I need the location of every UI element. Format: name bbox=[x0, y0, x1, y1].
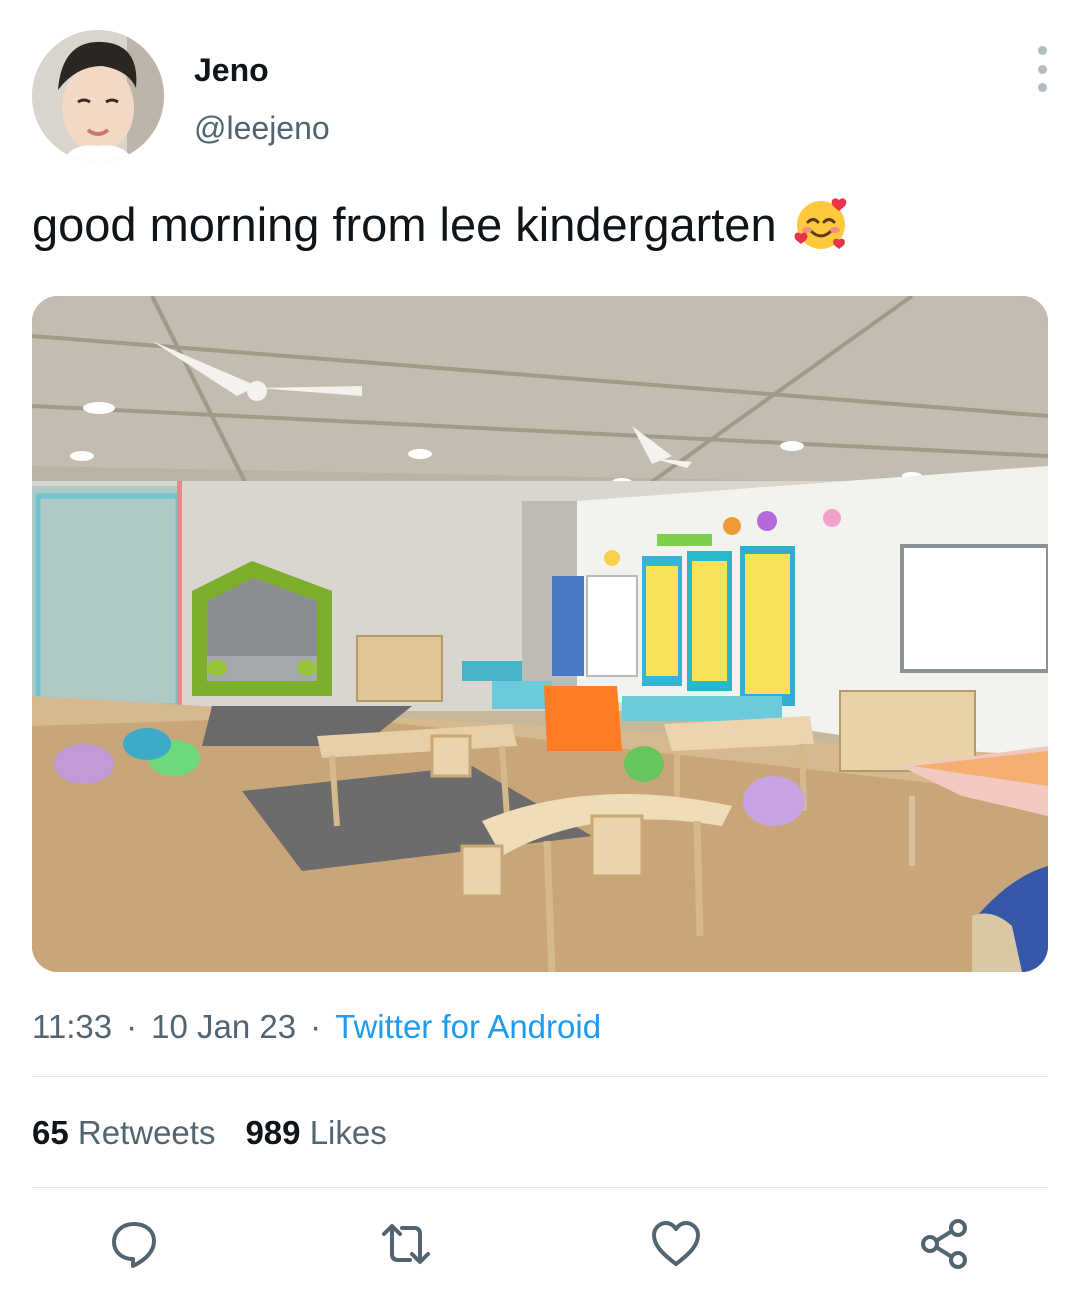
tweet-photo[interactable] bbox=[32, 296, 1048, 972]
retweets-label: Retweets bbox=[77, 1114, 216, 1151]
divider bbox=[32, 1076, 1048, 1077]
smiling-face-with-hearts-icon bbox=[793, 196, 849, 252]
meta-separator: · bbox=[126, 1008, 138, 1045]
retweet-button[interactable] bbox=[378, 1216, 434, 1272]
tweet-date: 10 Jan 23 bbox=[151, 1008, 297, 1045]
tweet-time: 11:33 bbox=[32, 1008, 113, 1045]
user-handle[interactable]: @leejeno bbox=[194, 110, 330, 147]
more-dot-icon bbox=[1037, 46, 1047, 55]
more-dot-icon bbox=[1037, 83, 1047, 92]
tweet-text: good morning from lee kindergarten bbox=[32, 197, 777, 251]
like-button[interactable] bbox=[648, 1216, 704, 1272]
share-button[interactable] bbox=[916, 1216, 972, 1272]
meta-separator: · bbox=[310, 1008, 322, 1045]
display-name[interactable]: Jeno bbox=[194, 52, 269, 89]
retweets-count: 65 bbox=[32, 1114, 69, 1151]
share-icon bbox=[921, 1219, 967, 1269]
reply-icon bbox=[112, 1222, 156, 1268]
tweet-source-link[interactable]: Twitter for Android bbox=[335, 1008, 601, 1045]
reply-button[interactable] bbox=[106, 1216, 162, 1272]
tweet-meta: 11:33 · 10 Jan 23 · Twitter for Android bbox=[32, 1008, 601, 1046]
divider bbox=[32, 1187, 1048, 1188]
more-options-button[interactable] bbox=[1025, 46, 1059, 92]
tweet-stats: 65 Retweets 989 Likes bbox=[32, 1114, 387, 1152]
more-dot-icon bbox=[1037, 64, 1047, 74]
avatar[interactable] bbox=[32, 30, 164, 162]
like-icon bbox=[652, 1221, 700, 1266]
likes-stat[interactable]: 989 Likes bbox=[245, 1114, 386, 1151]
likes-count: 989 bbox=[245, 1114, 301, 1151]
tweet-text-row: good morning from lee kindergarten bbox=[32, 196, 849, 252]
retweet-icon bbox=[382, 1224, 430, 1264]
retweets-stat[interactable]: 65 Retweets bbox=[32, 1114, 215, 1151]
likes-label: Likes bbox=[309, 1114, 387, 1151]
